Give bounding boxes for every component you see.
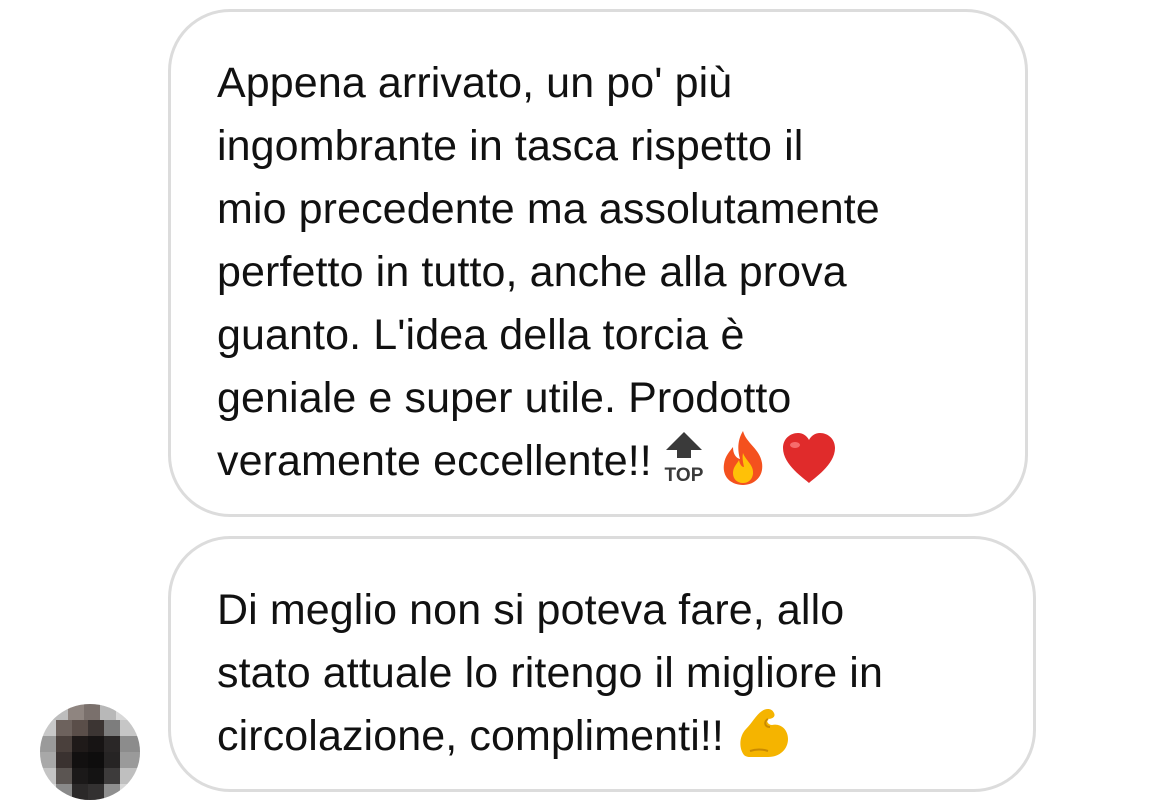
red-heart-icon: [780, 431, 838, 485]
top-arrow-icon: TOP: [662, 430, 706, 486]
fire-icon: [716, 429, 770, 487]
message-bubble-2[interactable]: Di meglio non si poteva fare, allo stato…: [168, 536, 1036, 792]
top-label: TOP: [664, 465, 703, 486]
sender-avatar[interactable]: [40, 704, 140, 800]
flexed-biceps-icon: [734, 705, 792, 761]
message-text-1: Appena arrivato, un po' più ingombrante …: [217, 59, 880, 485]
message-bubble-1[interactable]: Appena arrivato, un po' più ingombrante …: [168, 9, 1028, 517]
pixelated-avatar: [40, 704, 140, 800]
